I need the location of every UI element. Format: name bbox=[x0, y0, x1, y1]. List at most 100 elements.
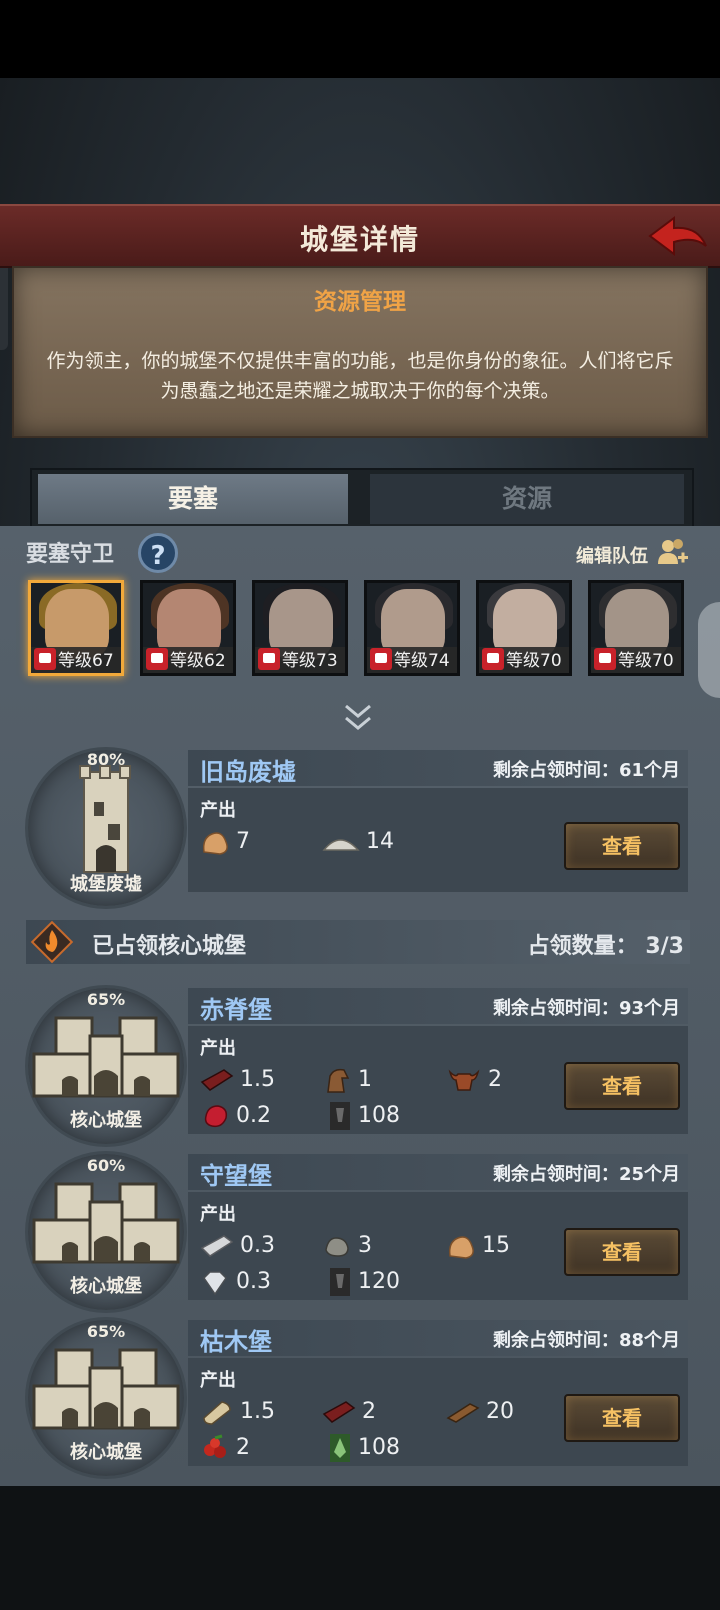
help-icon[interactable]: ? bbox=[138, 533, 178, 573]
castle-name: 旧岛废墟 bbox=[200, 758, 296, 786]
resource-item: 20 bbox=[446, 1396, 514, 1428]
resource-item: 1.5 bbox=[200, 1064, 275, 1096]
green-banner-icon bbox=[330, 1434, 350, 1462]
occupation-count-value: 3/3 bbox=[645, 934, 684, 959]
ruby-icon bbox=[204, 1105, 228, 1128]
hero-slot[interactable]: 等级73 bbox=[252, 580, 348, 676]
resource-value: 15 bbox=[482, 1233, 510, 1258]
occupation-percent: 65% bbox=[86, 990, 126, 1009]
occupation-count-label: 占领数量： bbox=[527, 934, 638, 959]
view-button[interactable]: 查看 bbox=[564, 822, 680, 870]
back-button[interactable] bbox=[646, 212, 710, 260]
castle-type-label: 核心城堡 bbox=[70, 1110, 142, 1131]
resource-value: 1.5 bbox=[240, 1067, 275, 1092]
plank-icon bbox=[446, 1403, 480, 1423]
remaining-time-label: 剩余占领时间： bbox=[492, 1164, 619, 1185]
hero-level: 等级67 bbox=[58, 651, 114, 671]
resource-value: 2 bbox=[236, 1435, 250, 1460]
remaining-time: 剩余占领时间：61个月 bbox=[493, 756, 680, 782]
double-chevron-down-icon[interactable] bbox=[340, 700, 376, 736]
resource-value: 7 bbox=[236, 829, 250, 854]
remaining-time-value: 93个月 bbox=[618, 998, 680, 1019]
produce-label: 产出 bbox=[200, 1204, 236, 1225]
resource-item: 15 bbox=[446, 1230, 510, 1262]
hero-slot[interactable]: 等级67 bbox=[28, 580, 124, 676]
diamond-icon bbox=[203, 1271, 227, 1296]
hero-level: 等级70 bbox=[506, 651, 562, 671]
tab-resource[interactable]: 资源 bbox=[370, 474, 684, 524]
silver-pile-icon bbox=[322, 839, 360, 851]
hero-slot[interactable]: 等级62 bbox=[140, 580, 236, 676]
remaining-time-label: 剩余占领时间： bbox=[492, 998, 619, 1019]
occupation-percent: 60% bbox=[86, 1156, 126, 1175]
resource-value: 14 bbox=[366, 829, 394, 854]
core-castle-card: 65% 核心城堡 赤脊堡 剩余占领时间：93个月 产出 1.5 1 2 0.2 … bbox=[28, 988, 688, 1148]
occupation-percent: 65% bbox=[86, 1322, 126, 1341]
faction-badge-icon bbox=[34, 648, 56, 670]
resource-value: 20 bbox=[486, 1399, 514, 1424]
berries-icon bbox=[204, 1434, 226, 1458]
resource-value: 108 bbox=[358, 1435, 400, 1460]
resource-item: 2 bbox=[446, 1064, 502, 1096]
view-button[interactable]: 查看 bbox=[564, 1062, 680, 1110]
remaining-time: 剩余占领时间：25个月 bbox=[493, 1160, 680, 1186]
resource-item: 108 bbox=[328, 1432, 400, 1464]
resource-item: 2 bbox=[200, 1432, 250, 1464]
view-button[interactable]: 查看 bbox=[564, 1228, 680, 1276]
hero-slot[interactable]: 等级70 bbox=[476, 580, 572, 676]
ore-icon bbox=[448, 1236, 474, 1259]
remaining-time-value: 88个月 bbox=[618, 1330, 680, 1351]
produce-label: 产出 bbox=[200, 1370, 236, 1391]
add-team-icon[interactable] bbox=[656, 536, 690, 570]
resource-value: 0.3 bbox=[236, 1269, 271, 1294]
resource-item: 14 bbox=[322, 826, 394, 858]
core-castles-title: 已占领核心城堡 bbox=[92, 934, 247, 959]
remaining-time: 剩余占领时间：93个月 bbox=[493, 994, 680, 1020]
faction-badge-icon bbox=[370, 648, 392, 670]
page-title: 城堡详情 bbox=[299, 223, 420, 256]
back-arrow-icon bbox=[648, 216, 707, 256]
stone-icon bbox=[325, 1237, 349, 1257]
resource-value: 3 bbox=[358, 1233, 372, 1258]
resource-value: 108 bbox=[358, 1103, 400, 1128]
hero-level: 等级74 bbox=[394, 651, 450, 671]
hero-slot[interactable]: 等级70 bbox=[588, 580, 684, 676]
intro-panel: 资源管理 作为领主，你的城堡不仅提供丰富的功能，也是你身份的象征。人们将它斥为愚… bbox=[12, 266, 708, 438]
resource-value: 0.3 bbox=[240, 1233, 275, 1258]
faction-badge-icon bbox=[146, 648, 168, 670]
castle-name: 赤脊堡 bbox=[200, 996, 272, 1024]
bottom-area bbox=[0, 1486, 720, 1610]
hero-level: 等级62 bbox=[170, 651, 226, 671]
castle-type-label: 核心城堡 bbox=[70, 1276, 142, 1297]
occupation-percent: 80% bbox=[86, 750, 126, 769]
resource-value: 1 bbox=[358, 1067, 372, 1092]
remaining-time: 剩余占领时间：88个月 bbox=[493, 1326, 680, 1352]
resource-item: 0.2 bbox=[200, 1100, 271, 1132]
resource-item: 0.3 bbox=[200, 1230, 275, 1262]
remaining-time-value: 61个月 bbox=[618, 760, 680, 781]
remaining-time-label: 剩余占领时间： bbox=[492, 1330, 619, 1351]
guards-label: 要塞守卫 bbox=[26, 542, 115, 567]
view-button[interactable]: 查看 bbox=[564, 1394, 680, 1442]
log-icon bbox=[203, 1401, 231, 1425]
hero-slot[interactable]: 等级74 bbox=[364, 580, 460, 676]
status-bar-area bbox=[0, 0, 720, 78]
ruin-card: 80% 城堡废墟 旧岛废墟 剩余占领时间：61个月 产出 7 14 查看 bbox=[28, 750, 688, 910]
ox-icon bbox=[448, 1069, 480, 1091]
ore-icon bbox=[202, 832, 228, 855]
header-bar: 城堡详情 bbox=[0, 204, 720, 268]
edit-team-button[interactable]: 编辑队伍 bbox=[576, 542, 648, 568]
produce-label: 产出 bbox=[200, 1038, 236, 1059]
horse-icon bbox=[327, 1068, 350, 1093]
tab-bar: 要塞 资源 bbox=[30, 468, 694, 530]
flame-emblem-icon bbox=[30, 920, 74, 964]
core-castle-card: 65% 核心城堡 枯木堡 剩余占领时间：88个月 产出 1.5 2 20 2 1… bbox=[28, 1320, 688, 1480]
hero-level: 等级73 bbox=[282, 651, 338, 671]
floating-chat-handle[interactable] bbox=[698, 602, 720, 698]
resource-value: 1.5 bbox=[240, 1399, 275, 1424]
tab-fortress[interactable]: 要塞 bbox=[38, 474, 348, 524]
resource-item: 1 bbox=[322, 1064, 372, 1096]
castle-type-label: 城堡废墟 bbox=[70, 874, 142, 895]
faction-badge-icon bbox=[594, 648, 616, 670]
core-castle-card: 60% 核心城堡 守望堡 剩余占领时间：25个月 产出 0.3 3 15 0.3… bbox=[28, 1154, 688, 1314]
